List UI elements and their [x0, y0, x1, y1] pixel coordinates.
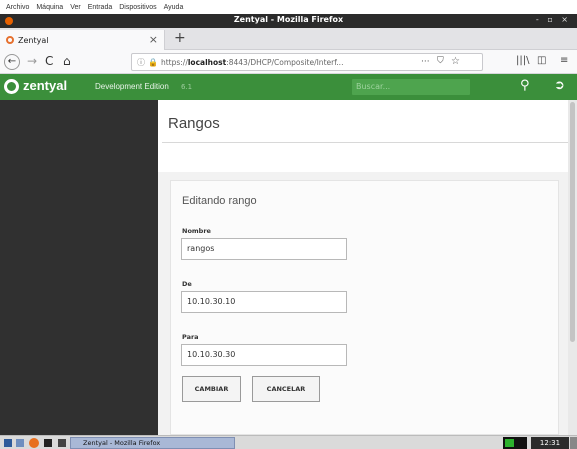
para-field[interactable]: 10.10.30.30: [181, 344, 347, 366]
sidebar: [0, 100, 158, 435]
vm-menu-ver[interactable]: Ver: [70, 4, 81, 11]
window-title: Zentyal - Mozilla Firefox: [233, 15, 344, 24]
info-icon[interactable]: ⓘ: [137, 57, 145, 68]
search-input[interactable]: Buscar...: [352, 79, 470, 95]
tab-strip: Zentyal × +: [0, 28, 577, 50]
search-icon[interactable]: ⚲: [520, 78, 530, 93]
reload-button[interactable]: C: [45, 54, 53, 68]
forward-button[interactable]: →: [27, 54, 37, 68]
library-icon[interactable]: |||\: [516, 55, 529, 66]
terminal-icon[interactable]: [44, 439, 52, 447]
nombre-field[interactable]: rangos: [181, 238, 347, 260]
tray-monitor-icon[interactable]: [503, 437, 527, 449]
window-controls[interactable]: - ▫ ×: [536, 15, 571, 24]
vm-menu-dispositivos[interactable]: Dispositivos: [119, 4, 156, 11]
tab-label: Zentyal: [18, 35, 49, 45]
zentyal-logo-icon: [4, 79, 19, 94]
taskbar: Zentyal - Mozilla Firefox 12:31: [0, 435, 577, 449]
file-manager-icon[interactable]: [16, 439, 24, 447]
app-launcher-icon[interactable]: [58, 439, 66, 447]
zentyal-version: 6.1: [181, 83, 193, 91]
form-title: Editando rango: [182, 195, 257, 207]
scrollbar[interactable]: [568, 100, 577, 435]
back-button[interactable]: ←: [4, 54, 20, 70]
scrollbar-thumb[interactable]: [570, 102, 575, 342]
de-field[interactable]: 10.10.30.10: [181, 291, 347, 313]
show-desktop-button[interactable]: [570, 437, 577, 449]
zentyal-brand[interactable]: zentyal: [23, 78, 67, 93]
sidebar-toggle-icon[interactable]: ◫: [537, 55, 546, 66]
clock[interactable]: 12:31: [531, 437, 569, 449]
virtualbox-menu-bar: Archivo Máquina Ver Entrada Dispositivos…: [0, 0, 577, 14]
zentyal-edition: Development Edition: [95, 82, 169, 91]
new-tab-button[interactable]: +: [174, 30, 186, 46]
url-prefix: https://: [160, 57, 188, 67]
edit-range-form: Editando rango Nombre rangos De 10.10.30…: [170, 180, 559, 435]
window-title-bar: Zentyal - Mozilla Firefox - ▫ ×: [0, 14, 577, 28]
cancel-button[interactable]: CANCELAR: [252, 376, 320, 402]
page-title: Rangos: [168, 115, 220, 132]
tab-close-icon[interactable]: ×: [149, 33, 158, 46]
url-host: localhost: [187, 57, 227, 67]
hamburger-menu-icon[interactable]: ≡: [560, 55, 568, 66]
de-label: De: [182, 280, 192, 288]
url-path: :8443/DHCP/Composite/Interf...: [226, 57, 344, 67]
vm-menu-archivo[interactable]: Archivo: [6, 4, 29, 11]
start-menu-icon[interactable]: [4, 439, 12, 447]
main-content: Rangos Editando rango Nombre rangos De 1…: [158, 100, 577, 435]
vm-menu-maquina[interactable]: Máquina: [36, 4, 63, 11]
lock-icon[interactable]: 🔒: [148, 58, 158, 67]
vm-menu-ayuda[interactable]: Ayuda: [164, 4, 184, 11]
home-button[interactable]: ⌂: [63, 54, 71, 68]
url-bar[interactable]: ⓘ 🔒 https://localhost:8443/DHCP/Composit…: [131, 53, 483, 71]
taskbar-window-button[interactable]: Zentyal - Mozilla Firefox: [70, 437, 235, 449]
nombre-label: Nombre: [182, 227, 211, 235]
firefox-launcher-icon[interactable]: [29, 438, 39, 448]
zentyal-favicon-icon: [6, 36, 14, 44]
zentyal-header: zentyal Development Edition 6.1 Buscar..…: [0, 74, 577, 100]
pocket-icon[interactable]: ⛉: [437, 56, 444, 66]
tab-zentyal[interactable]: Zentyal ×: [0, 30, 165, 50]
navigation-toolbar: ← → C ⌂ ⓘ 🔒 https://localhost:8443/DHCP/…: [0, 50, 577, 74]
screen: Archivo Máquina Ver Entrada Dispositivos…: [0, 0, 577, 449]
page-actions-icon[interactable]: ···: [421, 57, 430, 67]
logout-icon[interactable]: ➲: [554, 78, 565, 93]
vm-menu-entrada[interactable]: Entrada: [88, 4, 113, 11]
change-button[interactable]: CAMBIAR: [182, 376, 241, 402]
title-divider: [162, 142, 568, 143]
para-label: Para: [182, 333, 199, 341]
title-band: [158, 100, 568, 172]
bookmark-star-icon[interactable]: ☆: [451, 56, 460, 67]
